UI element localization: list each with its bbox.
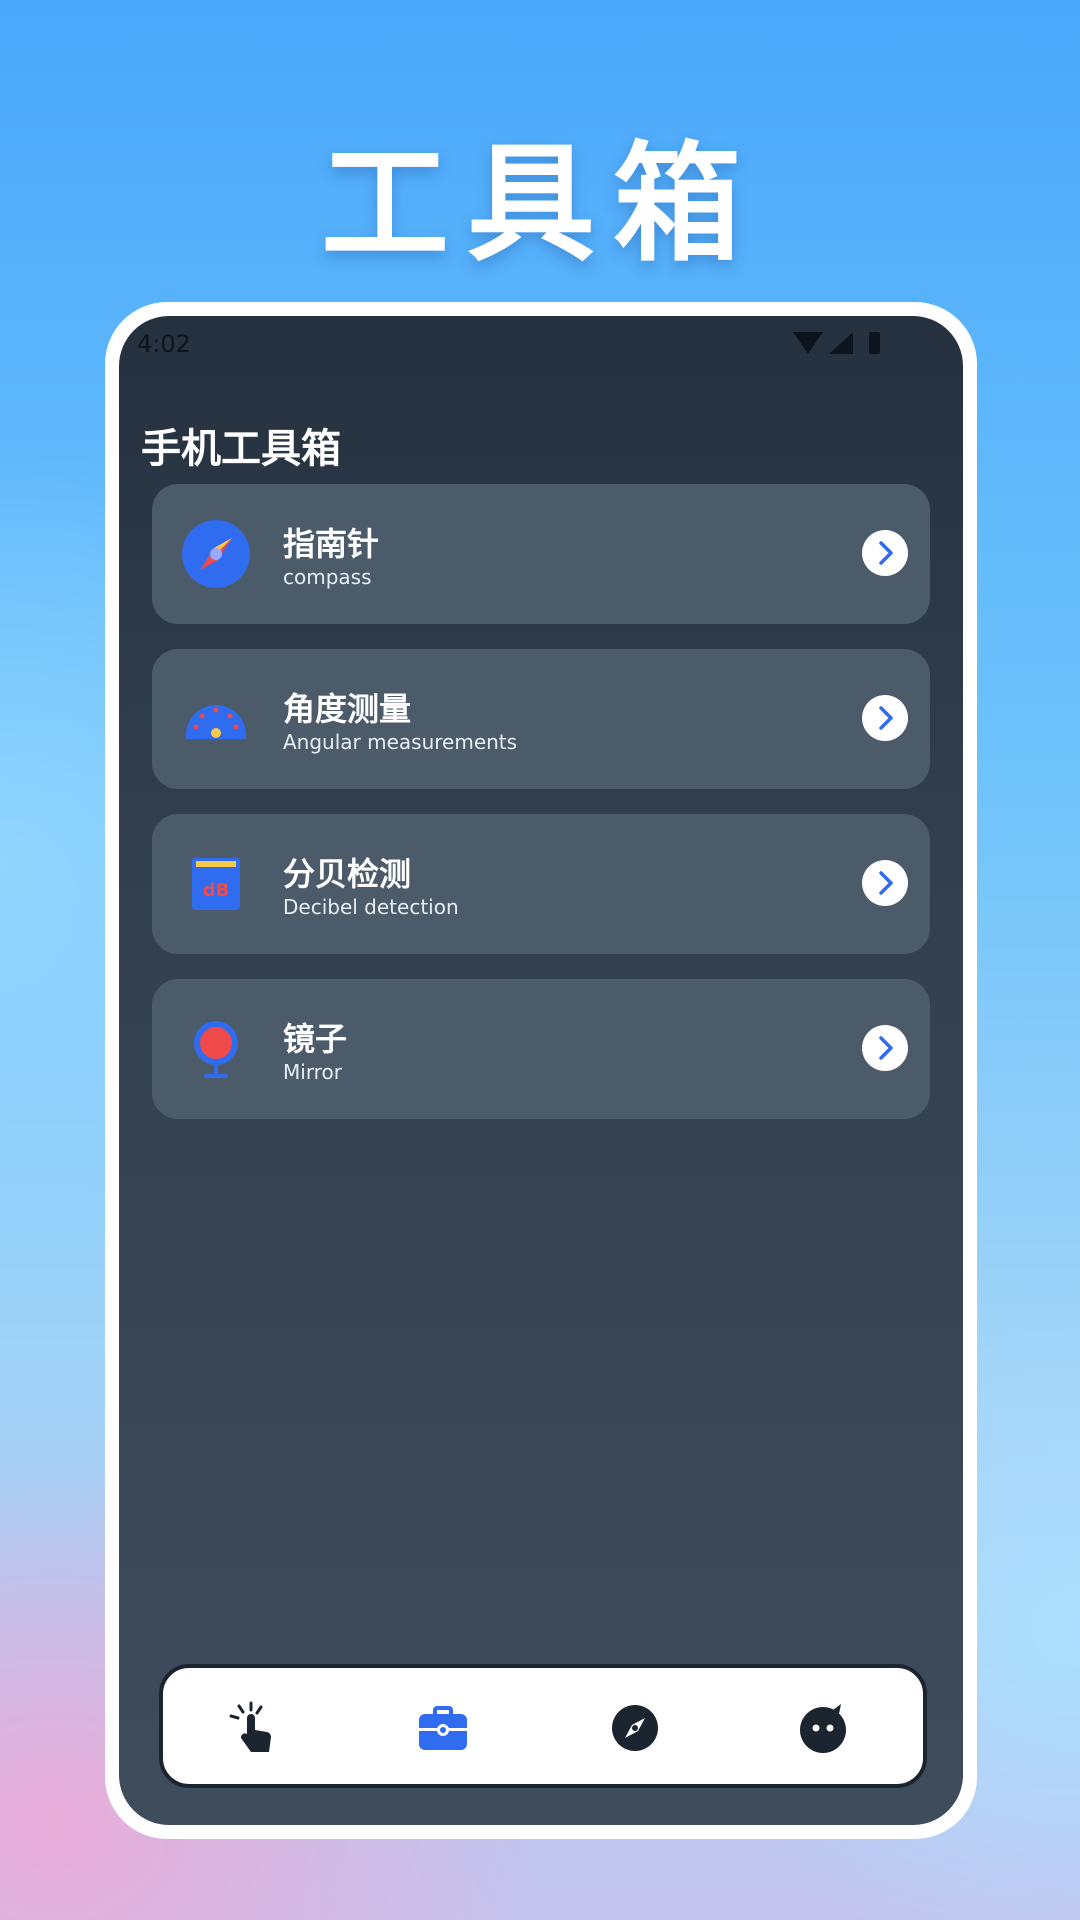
tool-subtitle: Mirror: [283, 1060, 342, 1084]
phone-screen: 4:02 手机工具箱 指南针 compass 角度测量 Angular meas…: [119, 316, 963, 1825]
open-arrow-button[interactable]: [862, 530, 908, 576]
tool-name: 角度测量: [283, 690, 412, 728]
tool-card-compass[interactable]: 指南针 compass: [152, 484, 930, 624]
toolbox-icon: [419, 1706, 467, 1750]
open-arrow-button[interactable]: [862, 695, 908, 741]
tool-name: 指南针: [283, 525, 380, 563]
status-time: 4:02: [137, 330, 191, 358]
open-arrow-button[interactable]: [862, 860, 908, 906]
nav-item-profile[interactable]: [793, 1698, 853, 1758]
nav-item-compass[interactable]: [605, 1698, 665, 1758]
gauge-icon: [186, 705, 246, 739]
battery-icon: [869, 332, 880, 354]
character-face-icon: [800, 1704, 846, 1753]
chevron-right-icon: [879, 1036, 893, 1060]
tap-gesture-icon: [229, 1701, 272, 1752]
decibel-meter-icon: dB: [192, 858, 240, 910]
nav-item-toolbox[interactable]: [413, 1698, 473, 1758]
tool-subtitle: Angular measurements: [283, 730, 518, 754]
chevron-right-icon: [879, 706, 893, 730]
compass-icon: [182, 520, 250, 588]
app-title: 手机工具箱: [141, 426, 341, 472]
hero-title: 工具箱: [320, 130, 759, 279]
tool-card-angular-measurements[interactable]: 角度测量 Angular measurements: [152, 649, 930, 789]
tool-name: 镜子: [283, 1020, 348, 1058]
svg-text:dB: dB: [203, 880, 230, 901]
tool-name: 分贝检测: [283, 855, 412, 893]
bottom-nav: [159, 1664, 927, 1788]
status-icons: [793, 332, 913, 356]
chevron-right-icon: [879, 541, 893, 565]
chevron-right-icon: [879, 871, 893, 895]
wifi-icon: [793, 332, 823, 354]
mirror-icon: [194, 1021, 238, 1078]
tool-subtitle: compass: [283, 565, 372, 589]
tool-subtitle: Decibel detection: [283, 895, 459, 919]
compass-icon: [612, 1705, 658, 1751]
open-arrow-button[interactable]: [862, 1025, 908, 1071]
phone-frame: 4:02 手机工具箱 指南针 compass 角度测量 Angular meas…: [105, 302, 977, 1839]
tool-card-decibel-detection[interactable]: dB 分贝检测 Decibel detection: [152, 814, 930, 954]
tool-card-mirror[interactable]: 镜子 Mirror: [152, 979, 930, 1119]
status-bar: 4:02: [119, 316, 963, 366]
signal-icon: [829, 332, 853, 354]
nav-item-tap[interactable]: [225, 1698, 285, 1758]
